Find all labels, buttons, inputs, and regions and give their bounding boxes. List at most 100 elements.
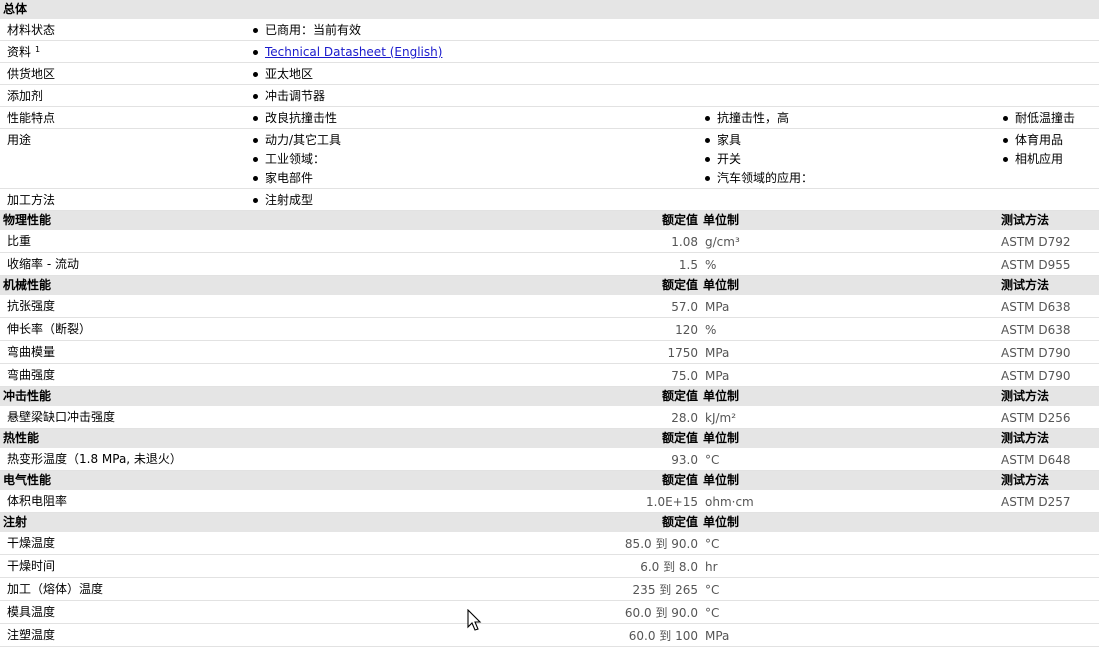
nominal-value: 1.0E+15 bbox=[586, 490, 703, 513]
section-header: 热性能 额定值 单位制 测试方法 bbox=[0, 428, 1099, 448]
nominal-value: 60.0 到 90.0 bbox=[586, 600, 703, 624]
bullet-line: 体育用品 bbox=[1001, 131, 1099, 150]
section-title: 电气性能 bbox=[0, 470, 586, 490]
unit-header-cell: 单位制 bbox=[703, 275, 1001, 295]
bullet-item: 体育用品 bbox=[1001, 131, 1063, 150]
general-row: 资料 1 Technical Datasheet (English) bbox=[0, 40, 1099, 63]
row-label: 加工方法 bbox=[0, 188, 251, 211]
bullet-item: 家电部件 bbox=[251, 169, 313, 188]
nominal-header: 额定值 bbox=[586, 512, 703, 532]
nominal-header: 额定值 bbox=[586, 210, 703, 230]
nominal-value: 28.0 bbox=[586, 406, 703, 429]
nominal-header: 额定值 bbox=[586, 275, 703, 295]
bullet-line: 开关 bbox=[703, 150, 1001, 169]
nominal-value: 60.0 到 100 bbox=[586, 623, 703, 647]
section-header: 注射 额定值 单位制 bbox=[0, 512, 1099, 532]
unit-header-cell: 单位制 bbox=[703, 470, 1001, 490]
test-method: ASTM D638 bbox=[1001, 295, 1099, 318]
property-label: 模具温度 bbox=[0, 600, 586, 624]
row-label-text: 用途 bbox=[7, 133, 32, 147]
bullet-item: 汽车领域的应用： bbox=[703, 169, 813, 188]
unit-value: % bbox=[703, 317, 1001, 341]
row-label-text: 材料状态 bbox=[7, 23, 56, 37]
unit-value: °C bbox=[703, 600, 1001, 624]
row-label-text: 添加剂 bbox=[7, 89, 44, 103]
section-header: 物理性能 额定值 单位制 测试方法 bbox=[0, 210, 1099, 230]
bullet-line: 耐低温撞击 bbox=[1001, 109, 1099, 128]
row-label: 供货地区 bbox=[0, 62, 251, 85]
property-row: 干燥温度 85.0 到 90.0 °C bbox=[0, 532, 1099, 555]
row-value: 注射成型 bbox=[251, 188, 1099, 211]
property-label: 干燥时间 bbox=[0, 554, 586, 578]
bullet-line: 相机应用 bbox=[1001, 150, 1099, 169]
row-label: 材料状态 bbox=[0, 19, 251, 41]
unit-value: °C bbox=[703, 577, 1001, 601]
property-row: 热变形温度（1.8 MPa, 未退火） 93.0 °C ASTM D648 bbox=[0, 448, 1099, 471]
method-header bbox=[1001, 512, 1099, 532]
property-label: 弯曲模量 bbox=[0, 340, 586, 364]
unit-value: °C bbox=[703, 448, 1001, 471]
test-method: ASTM D790 bbox=[1001, 363, 1099, 387]
section-title: 总体 bbox=[0, 0, 1099, 19]
bullet-item: 改良抗撞击性 bbox=[251, 109, 337, 128]
bullet-line: 家电部件 bbox=[251, 169, 703, 188]
nominal-value: 85.0 到 90.0 bbox=[586, 532, 703, 555]
section-title: 注射 bbox=[0, 512, 586, 532]
property-label: 比重 bbox=[0, 230, 586, 253]
bullet-item: 冲击调节器 bbox=[251, 87, 325, 106]
bullet-column: 体育用品 相机应用 bbox=[1001, 128, 1099, 189]
property-row: 抗张强度 57.0 MPa ASTM D638 bbox=[0, 295, 1099, 318]
row-label: 资料 1 bbox=[0, 40, 251, 63]
nominal-header: 额定值 bbox=[586, 470, 703, 490]
bullet-item: 工业领域： bbox=[251, 150, 325, 169]
test-method: ASTM D792 bbox=[1001, 230, 1099, 253]
method-header: 测试方法 bbox=[1001, 275, 1099, 295]
row-label: 添加剂 bbox=[0, 84, 251, 107]
row-value: 亚太地区 bbox=[251, 62, 1099, 85]
test-method: ASTM D648 bbox=[1001, 448, 1099, 471]
property-row: 弯曲模量 1750 MPa ASTM D790 bbox=[0, 340, 1099, 364]
bullet-item: 家具 bbox=[703, 131, 741, 150]
technical-datasheet-link[interactable]: Technical Datasheet (English) bbox=[265, 45, 442, 59]
test-method bbox=[1001, 577, 1099, 601]
section-title: 冲击性能 bbox=[0, 386, 586, 406]
nominal-value: 57.0 bbox=[586, 295, 703, 318]
method-header: 测试方法 bbox=[1001, 428, 1099, 448]
bullet-item: 亚太地区 bbox=[251, 65, 313, 84]
method-header: 测试方法 bbox=[1001, 210, 1099, 230]
unit-value: °C bbox=[703, 532, 1001, 555]
property-label: 热变形温度（1.8 MPa, 未退火） bbox=[0, 448, 586, 471]
nominal-header: 额定值 bbox=[586, 386, 703, 406]
general-row: 性能特点 改良抗撞击性 抗撞击性，高 耐低温撞击 bbox=[0, 106, 1099, 129]
nominal-value: 1.5 bbox=[586, 252, 703, 276]
unit-header-cell: 单位制 bbox=[703, 386, 1001, 406]
bullet-column: 动力/其它工具 工业领域： 家电部件 bbox=[251, 128, 703, 189]
method-header: 测试方法 bbox=[1001, 386, 1099, 406]
row-value: 已商用：当前有效 bbox=[251, 19, 1099, 41]
row-value: Technical Datasheet (English) bbox=[251, 40, 1099, 63]
property-row: 干燥时间 6.0 到 8.0 hr bbox=[0, 554, 1099, 578]
general-row: 加工方法 注射成型 bbox=[0, 188, 1099, 211]
nominal-value: 93.0 bbox=[586, 448, 703, 471]
row-label-text: 供货地区 bbox=[7, 67, 56, 81]
unit-value: ohm·cm bbox=[703, 490, 1001, 513]
bullet-item: 耐低温撞击 bbox=[1001, 109, 1075, 128]
nominal-value: 235 到 265 bbox=[586, 577, 703, 601]
row-label-text: 资料 bbox=[7, 45, 32, 59]
nominal-value: 6.0 到 8.0 bbox=[586, 554, 703, 578]
test-method bbox=[1001, 623, 1099, 647]
row-label: 用途 bbox=[0, 128, 251, 189]
property-label: 干燥温度 bbox=[0, 532, 586, 555]
bullet-item: 已商用：当前有效 bbox=[251, 21, 361, 40]
property-row: 体积电阻率 1.0E+15 ohm·cm ASTM D257 bbox=[0, 490, 1099, 513]
general-row: 供货地区 亚太地区 bbox=[0, 62, 1099, 85]
property-row: 伸长率（断裂） 120% ASTM D638 bbox=[0, 317, 1099, 341]
bullet-line: 改良抗撞击性 bbox=[251, 109, 703, 128]
test-method: ASTM D257 bbox=[1001, 490, 1099, 513]
nominal-value: 75.0 bbox=[586, 363, 703, 387]
property-label: 伸长率（断裂） bbox=[0, 317, 586, 341]
property-row: 模具温度 60.0 到 90.0 °C bbox=[0, 600, 1099, 624]
property-label: 加工（熔体）温度 bbox=[0, 577, 586, 601]
section-header-general: 总体 bbox=[0, 0, 1099, 19]
property-row: 弯曲强度 75.0 MPa ASTM D790 bbox=[0, 363, 1099, 387]
